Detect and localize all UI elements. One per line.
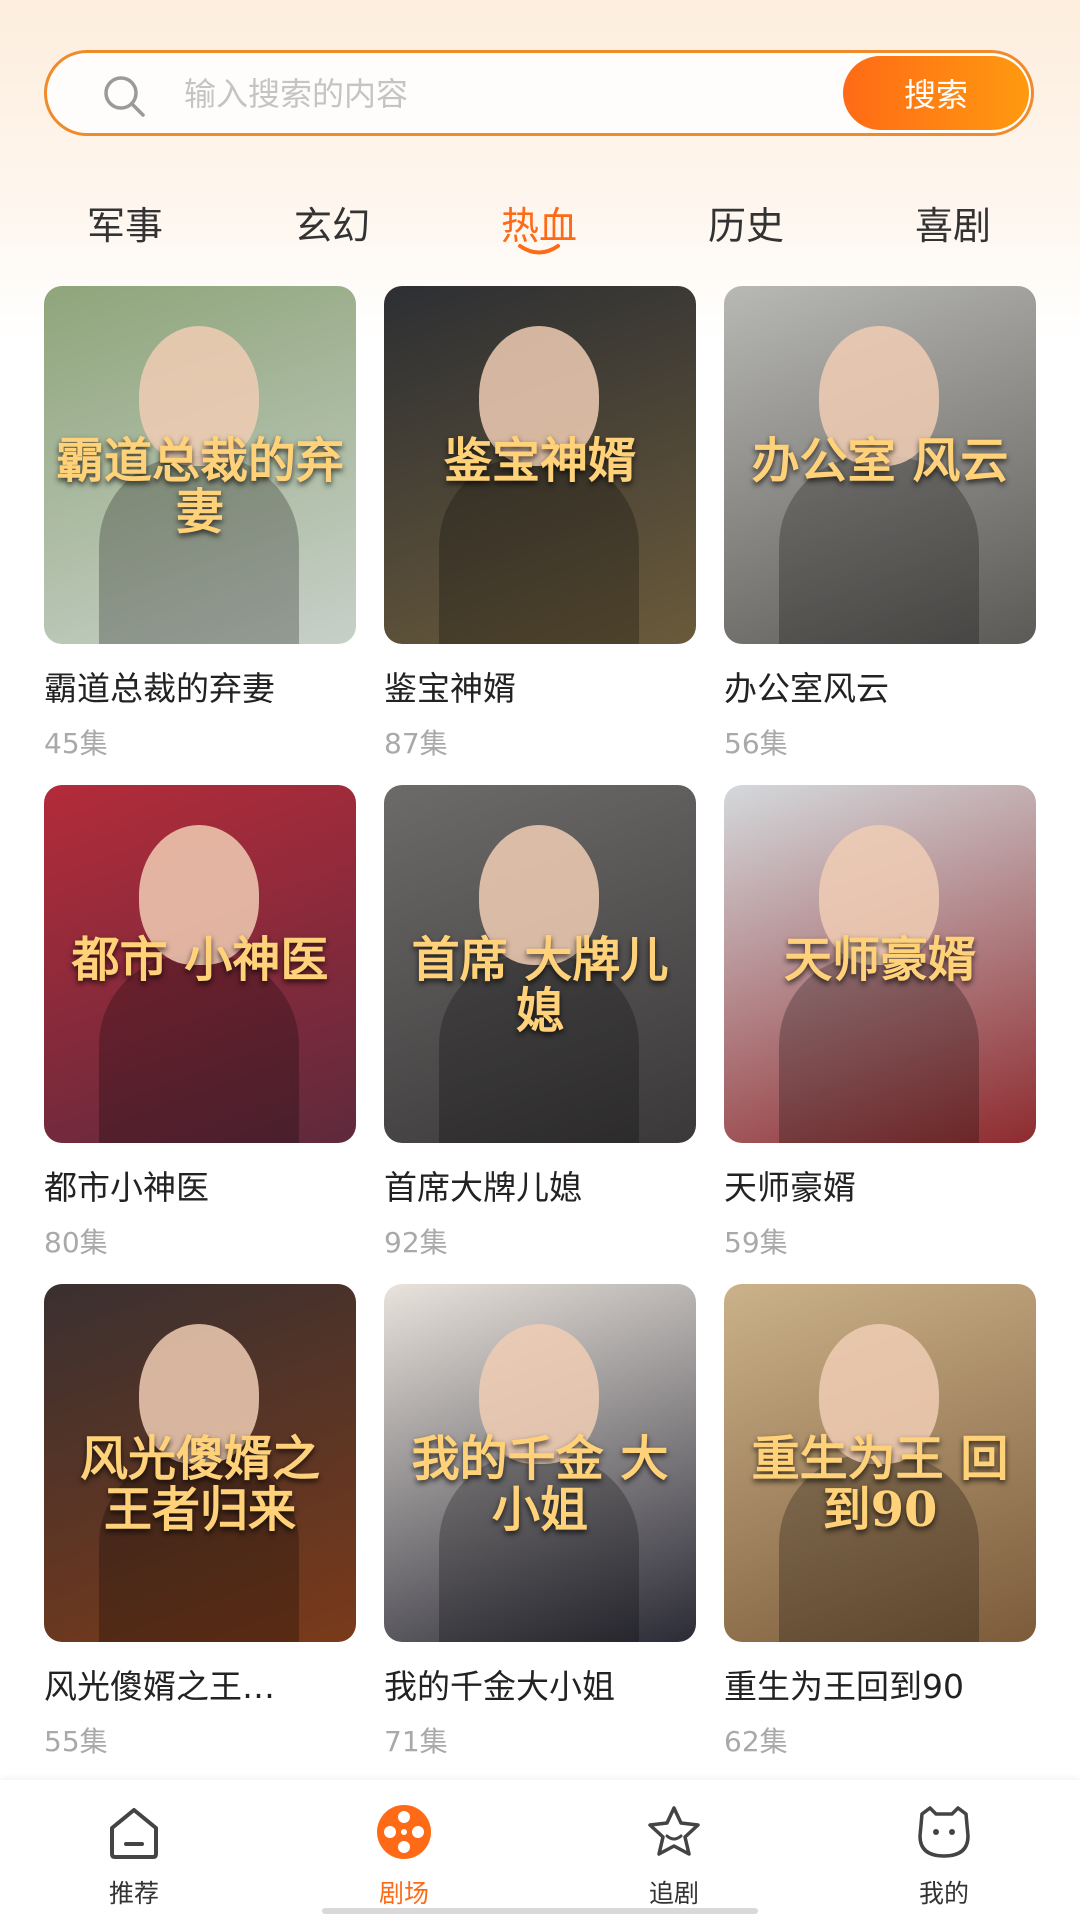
drama-title: 都市小神医 [44, 1168, 209, 1207]
nav-label: 推荐 [108, 1879, 159, 1908]
poster-title-art: 办公室 风云 [751, 433, 1009, 490]
tab-label: 喜剧 [914, 204, 991, 248]
drama-poster[interactable]: 都市 小神医 [44, 785, 356, 1143]
bottom-nav: 推荐 剧场 追剧 我的 [0, 1780, 1080, 1920]
tab-history[interactable]: 历史 [666, 195, 826, 250]
episode-count: 92集 [384, 1226, 448, 1259]
search-button[interactable]: 搜索 [843, 56, 1029, 130]
home-indicator [322, 1908, 758, 1914]
drama-title: 我的千金大小姐 [384, 1667, 615, 1706]
drama-card[interactable]: 风光傻婿之 王者归来风光傻婿之王… 55集 [44, 1284, 356, 1760]
tab-passion[interactable]: 热血 [459, 195, 619, 255]
drama-title: 重生为王回到90 [724, 1667, 964, 1706]
search-bar[interactable]: 搜索 [44, 50, 1034, 136]
category-tabs: 军事 玄幻 热血 历史 喜剧 [0, 195, 1080, 255]
episode-count: 45集 [44, 727, 108, 760]
search-input[interactable] [182, 53, 866, 135]
episode-count: 59集 [724, 1226, 788, 1259]
drama-poster[interactable]: 办公室 风云 [724, 286, 1036, 644]
episode-count: 62集 [724, 1725, 788, 1758]
nav-label: 我的 [918, 1879, 969, 1908]
drama-poster[interactable]: 首席 大牌儿媳 [384, 785, 696, 1143]
tab-comedy[interactable]: 喜剧 [873, 195, 1033, 250]
nav-recommend[interactable]: 推荐 [74, 1802, 194, 1910]
drama-poster[interactable]: 重生为王 回到90 [724, 1284, 1036, 1642]
episode-count: 71集 [384, 1725, 448, 1758]
poster-title-art: 鉴宝神婿 [443, 433, 636, 490]
tab-label: 军事 [86, 204, 163, 248]
drama-poster[interactable]: 我的千金 大小姐 [384, 1284, 696, 1642]
drama-card[interactable]: 重生为王 回到90 重生为王回到90 62集 [724, 1284, 1036, 1760]
drama-card[interactable]: 办公室 风云办公室风云 56集 [724, 286, 1036, 762]
film-reel-icon [377, 1805, 431, 1859]
drama-poster[interactable]: 天师豪婿 [724, 785, 1036, 1143]
poster-title-art: 重生为王 回到90 [751, 1431, 1009, 1538]
poster-title-art: 都市 小神医 [71, 932, 329, 989]
drama-card[interactable]: 天师豪婿 天师豪婿 59集 [724, 785, 1036, 1261]
drama-card[interactable]: 都市 小神医都市小神医 80集 [44, 785, 356, 1261]
drama-card[interactable]: 我的千金 大小姐我的千金大小姐 71集 [384, 1284, 696, 1760]
drama-title: 办公室风云 [724, 669, 889, 708]
drama-poster[interactable]: 风光傻婿之 王者归来 [44, 1284, 356, 1642]
poster-title-art: 风光傻婿之 王者归来 [79, 1431, 320, 1538]
poster-title-art: 霸道总裁的弃妻 [55, 433, 344, 540]
episode-count: 55集 [44, 1725, 108, 1758]
search-icon [104, 76, 145, 117]
tab-label: 历史 [707, 204, 784, 248]
drama-poster[interactable]: 霸道总裁的弃妻 [44, 286, 356, 644]
poster-title-art: 首席 大牌儿媳 [411, 932, 669, 1039]
nav-profile[interactable]: 我的 [884, 1802, 1004, 1910]
drama-title: 天师豪婿 [724, 1168, 856, 1207]
tab-military[interactable]: 军事 [45, 195, 205, 250]
poster-title-art: 天师豪婿 [783, 932, 976, 989]
drama-card[interactable]: 鉴宝神婿 鉴宝神婿 87集 [384, 286, 696, 762]
episode-count: 56集 [724, 727, 788, 760]
home-icon [110, 1808, 158, 1859]
nav-label: 追剧 [648, 1879, 699, 1908]
profile-face-icon [918, 1806, 970, 1858]
episode-count: 80集 [44, 1226, 108, 1259]
tab-label: 热血 [500, 204, 577, 248]
active-tab-indicator [518, 244, 560, 255]
tab-fantasy[interactable]: 玄幻 [252, 195, 412, 250]
star-icon [648, 1806, 700, 1856]
drama-card[interactable]: 首席 大牌儿媳首席大牌儿媳 92集 [384, 785, 696, 1261]
drama-title: 霸道总裁的弃妻 [44, 669, 275, 708]
poster-title-art: 我的千金 大小姐 [411, 1431, 669, 1538]
nav-follow[interactable]: 追剧 [614, 1802, 734, 1910]
drama-title: 鉴宝神婿 [384, 669, 516, 708]
drama-card[interactable]: 霸道总裁的弃妻 霸道总裁的弃妻 45集 [44, 286, 356, 762]
drama-title: 首席大牌儿媳 [384, 1168, 582, 1207]
nav-label: 剧场 [378, 1879, 429, 1908]
drama-title: 风光傻婿之王… [44, 1667, 275, 1706]
episode-count: 87集 [384, 727, 448, 760]
drama-poster[interactable]: 鉴宝神婿 [384, 286, 696, 644]
tab-label: 玄幻 [293, 204, 370, 248]
nav-theater[interactable]: 剧场 [344, 1802, 464, 1910]
